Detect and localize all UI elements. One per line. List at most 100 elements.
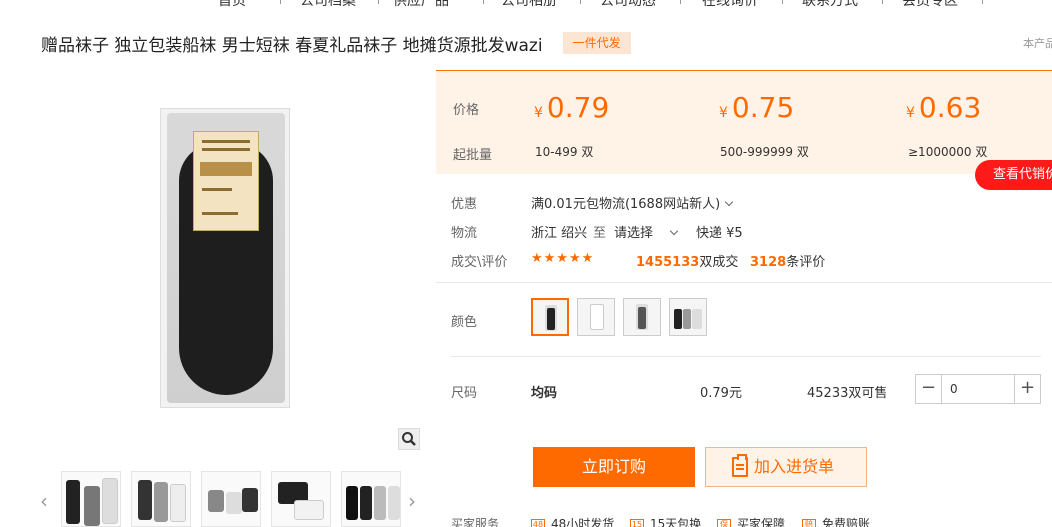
price-label: 价格 <box>453 103 480 118</box>
quantity-plus-button[interactable]: + <box>1014 375 1040 403</box>
promo-label: 优惠 <box>451 197 478 212</box>
nav-contact[interactable]: 联系方式 <box>802 0 858 10</box>
service-text: 48小时发货 <box>551 517 615 527</box>
destination-select[interactable]: 请选择 <box>614 222 679 241</box>
shipping-to: 至 <box>593 226 607 241</box>
thumbnail[interactable] <box>271 471 331 527</box>
size-stock: 45233双可售 <box>807 386 888 401</box>
nav-company-profile[interactable]: 公司档案 <box>300 0 356 10</box>
thumbnail[interactable] <box>341 471 401 527</box>
size-value: 均码 <box>531 386 558 401</box>
trade-review-label: 成交\评价 <box>451 255 508 270</box>
nav-divider <box>483 0 484 4</box>
nav-divider <box>280 0 281 4</box>
nav-home[interactable]: 首页 <box>218 0 246 10</box>
add-to-cart-button[interactable]: 加入进货单 <box>705 447 867 487</box>
service-text: 15天包换 <box>650 517 702 527</box>
service-item[interactable]: 15 15天包换 <box>630 515 701 527</box>
deals-count[interactable]: 1455133双成交 <box>636 251 738 270</box>
service-text: 免费赔账 <box>822 517 871 527</box>
currency-symbol: ¥ <box>906 105 915 121</box>
nav-divider <box>680 0 681 4</box>
clipboard-icon <box>732 454 748 477</box>
price-value: 0.79 <box>546 91 610 124</box>
add-to-cart-label: 加入进货单 <box>754 457 835 476</box>
divider <box>451 356 1041 357</box>
tier-price: ¥0.79 <box>534 91 609 124</box>
zoom-icon[interactable] <box>398 428 420 450</box>
order-now-button[interactable]: 立即订购 <box>533 447 695 487</box>
moq-label: 起批量 <box>453 148 493 163</box>
buyer-protection-icon: 保 <box>717 518 731 527</box>
color-option-white[interactable] <box>577 298 615 336</box>
service-item[interactable]: 保买家保障 <box>717 515 785 527</box>
size-price: 0.79元 <box>700 386 742 401</box>
dropship-badge[interactable]: 一件代发 <box>562 32 631 54</box>
thumbnail[interactable] <box>61 471 121 527</box>
price-panel: 价格 起批量 ¥0.79 10-499 双 ¥0.75 500-999999 双… <box>436 70 1052 174</box>
corner-note: 本产品 <box>1023 37 1052 50</box>
rating-stars-icon: ★★★★★ <box>531 251 595 266</box>
service-item[interactable]: 48 48小时发货 <box>531 515 614 527</box>
chevron-right-icon[interactable]: › <box>408 489 416 513</box>
currency-symbol: ¥ <box>534 105 543 121</box>
chevron-left-icon[interactable]: ‹ <box>40 489 48 513</box>
chevron-down-icon <box>724 197 734 207</box>
nav-products[interactable]: 供应产品 <box>393 0 449 10</box>
price-value: 0.63 <box>918 91 982 124</box>
thumbnail[interactable] <box>131 471 191 527</box>
chevron-down-icon <box>669 226 679 236</box>
reviews-unit: 条评价 <box>786 255 826 270</box>
product-title: 赠品袜子 独立包装船袜 男士短袜 春夏礼品袜子 地摊货源批发wazi <box>41 35 543 56</box>
product-title-row: 赠品袜子 独立包装船袜 男士短袜 春夏礼品袜子 地摊货源批发wazi 一件代发 <box>41 32 631 56</box>
reviews-number: 3128 <box>750 255 787 270</box>
top-nav: 首页 公司档案 供应产品 公司相册 公司动态 在线询价 联系方式 会员专区 <box>0 0 1052 10</box>
quantity-stepper: − + <box>915 374 1041 404</box>
size-label: 尺码 <box>451 386 478 401</box>
quantity-input[interactable] <box>942 375 1014 403</box>
service-15d-icon: 15 <box>630 518 644 527</box>
color-option-gray[interactable] <box>623 298 661 336</box>
sock-package-graphic <box>167 113 285 403</box>
nav-divider <box>882 0 883 4</box>
color-option-black[interactable] <box>531 298 569 336</box>
nav-inquiry[interactable]: 在线询价 <box>702 0 758 10</box>
color-option-mixed[interactable] <box>669 298 707 336</box>
services-label: 买家服务 <box>451 517 500 527</box>
shipping-origin: 浙江 绍兴 <box>531 226 588 241</box>
promo-dropdown[interactable]: 满0.01元包物流(1688网站新人) <box>531 193 734 212</box>
service-item[interactable]: 赔免费赔账 <box>802 515 870 527</box>
thumbnail-strip: ‹ › <box>40 471 430 527</box>
service-text: 买家保障 <box>737 517 786 527</box>
package-label-graphic <box>193 131 259 231</box>
tier-price: ¥0.63 <box>906 91 981 124</box>
nav-divider <box>580 0 581 4</box>
service-48h-icon: 48 <box>531 518 545 527</box>
view-agent-price-button[interactable]: 查看代销价 <box>975 160 1052 190</box>
express-fee: 快递 ¥5 <box>696 226 743 241</box>
shipping-label: 物流 <box>451 226 478 241</box>
thumbnail[interactable] <box>201 471 261 527</box>
nav-news[interactable]: 公司动态 <box>600 0 656 10</box>
tier-range: 500-999999 双 <box>720 145 809 159</box>
promo-text: 满0.01元包物流(1688网站新人) <box>531 197 721 212</box>
tier-price: ¥0.75 <box>719 91 794 124</box>
nav-member[interactable]: 会员专区 <box>902 0 958 10</box>
nav-album[interactable]: 公司相册 <box>501 0 557 10</box>
deals-unit: 双成交 <box>699 255 739 270</box>
tier-range: ≥1000000 双 <box>908 145 988 159</box>
reviews-count[interactable]: 3128条评价 <box>750 251 825 270</box>
main-product-image[interactable] <box>160 108 290 408</box>
nav-divider <box>982 0 983 4</box>
color-label: 颜色 <box>451 315 478 330</box>
nav-divider <box>782 0 783 4</box>
destination-select-value: 请选择 <box>614 226 654 241</box>
currency-symbol: ¥ <box>719 105 728 121</box>
price-value: 0.75 <box>731 91 795 124</box>
tier-range: 10-499 双 <box>535 145 594 159</box>
quantity-minus-button[interactable]: − <box>916 375 942 403</box>
deals-number: 1455133 <box>636 255 700 270</box>
free-compensation-icon: 赔 <box>802 518 816 527</box>
divider <box>436 282 1052 283</box>
nav-divider <box>378 0 379 4</box>
